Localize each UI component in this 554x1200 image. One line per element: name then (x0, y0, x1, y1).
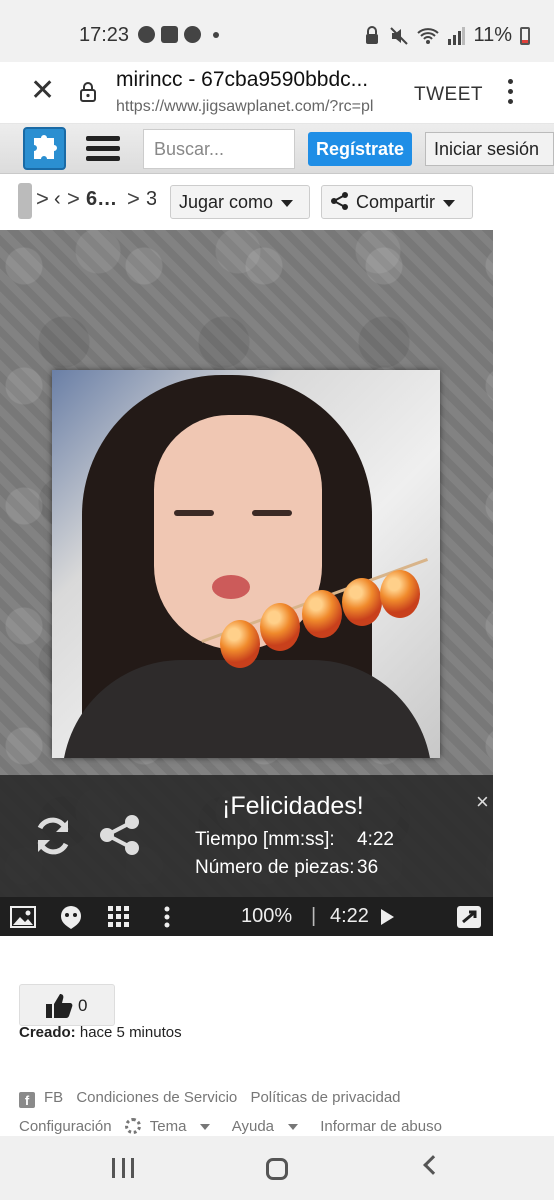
footer-settings: Configuración Tema Ayuda Informar de abu… (19, 1118, 451, 1135)
soccer-ball-icon (138, 26, 155, 43)
share-dropdown[interactable]: Compartir (321, 185, 473, 219)
battery-icon (520, 26, 530, 45)
caret-down-icon (281, 199, 294, 207)
chevron-right-icon: > (67, 186, 80, 211)
timer-display: 4:22 (330, 905, 369, 927)
caret-down-icon (288, 1124, 299, 1131)
chevron-right-icon: > (36, 186, 49, 211)
completed-puzzle-image[interactable] (52, 370, 440, 758)
play-as-dropdown[interactable]: Jugar como (170, 185, 310, 219)
caret-down-icon (200, 1124, 211, 1131)
signal-icon (448, 26, 466, 45)
close-tab-icon[interactable]: ✕ (30, 76, 56, 106)
breadcrumb-item[interactable]: 3 (146, 188, 156, 211)
theme-label: Tema (149, 1118, 187, 1135)
recent-apps-icon[interactable] (112, 1158, 134, 1180)
footer-settings-link[interactable]: Configuración (19, 1118, 112, 1135)
pieces-row: Número de piezas: 36 (195, 857, 378, 879)
created-label: Creado: (19, 1024, 76, 1041)
status-bar: 17:23 11% (0, 0, 554, 62)
lock-icon[interactable] (79, 82, 97, 102)
help-label: Ayuda (231, 1118, 275, 1135)
grid-icon[interactable] (106, 905, 132, 929)
footer-help-link[interactable]: Ayuda (232, 1118, 307, 1135)
close-icon[interactable]: × (476, 789, 489, 815)
share-icon (331, 192, 348, 210)
breadcrumb-item[interactable]: ‹ (54, 188, 64, 211)
congratulations-panel: ¡Felicidades! Tiempo [mm:ss]: 4:22 Númer… (0, 775, 493, 897)
footer-theme-link[interactable]: Tema (150, 1118, 220, 1135)
footer-terms-link[interactable]: Condiciones de Servicio (76, 1089, 237, 1106)
time-label: Tiempo [mm:ss]: (195, 829, 335, 850)
footer-fb-link[interactable]: FB (44, 1089, 63, 1106)
facebook-icon[interactable]: f (19, 1092, 35, 1108)
page-url[interactable]: https://www.jigsawplanet.com/?rc=pl (116, 98, 399, 116)
back-icon[interactable] (423, 1155, 443, 1175)
puzzle-toolbar: 100% | 4:22 (0, 897, 493, 936)
congratulations-heading: ¡Felicidades! (222, 792, 364, 820)
system-indicators: 11% (363, 24, 530, 47)
hamburger-menu-icon[interactable] (86, 136, 120, 162)
breadcrumb-item[interactable]: 6… (86, 188, 117, 211)
share-icon[interactable] (98, 813, 142, 857)
wifi-icon (417, 27, 440, 44)
fullscreen-icon[interactable] (456, 905, 482, 929)
pieces-label: Número de piezas: (195, 857, 355, 878)
time-value: 4:22 (357, 829, 394, 850)
mute-icon (390, 26, 409, 45)
search-input[interactable]: Buscar... (143, 129, 295, 169)
more-notifications-dot-icon (213, 31, 219, 38)
alarm-lock-icon (366, 25, 379, 44)
footer-report-link[interactable]: Informar de abuso (320, 1118, 442, 1135)
caret-down-icon (443, 199, 456, 207)
image-preview-icon[interactable] (10, 905, 36, 929)
home-icon[interactable] (266, 1158, 288, 1180)
more-options-icon[interactable] (154, 905, 180, 929)
status-time: 17:23 (79, 24, 130, 46)
zoom-level: 100% (241, 905, 293, 927)
footer-privacy-link[interactable]: Políticas de privacidad (250, 1089, 400, 1106)
pieces-value: 36 (357, 857, 379, 878)
page-title[interactable]: mirincc - 67cba9590bbdc... (116, 68, 396, 92)
chevron-right-icon: > (127, 186, 140, 211)
browser-url-bar: ✕ mirincc - 67cba9590bbdc... https://www… (0, 62, 554, 124)
like-button[interactable]: 0 (19, 984, 115, 1026)
system-navigation-bar (0, 1136, 554, 1200)
created-info: Creado: hace 5 minutos (19, 1024, 182, 1041)
pinterest-icon (184, 26, 201, 43)
breadcrumb-thumbnail[interactable] (18, 183, 32, 219)
login-button[interactable]: Iniciar sesión (425, 132, 554, 166)
thumbs-up-icon (46, 994, 73, 1018)
tweet-button[interactable]: TWEET (414, 84, 483, 106)
footer-links: f FB Condiciones de Servicio Políticas de… (19, 1089, 410, 1108)
gear-icon (124, 1118, 141, 1134)
play-icon[interactable] (381, 909, 394, 925)
site-header: Buscar... Regístrate Iniciar sesión (0, 124, 554, 174)
restart-icon[interactable] (30, 813, 76, 859)
browser-menu-icon[interactable] (506, 79, 514, 107)
ghost-image-icon[interactable] (58, 905, 84, 929)
toolbar-separator: | (311, 905, 317, 927)
notification-icons (138, 26, 219, 43)
battery-percent: 11% (473, 24, 512, 46)
register-button[interactable]: Regístrate (308, 132, 412, 166)
created-value: hace 5 minutos (79, 1024, 182, 1041)
jigsawplanet-logo-icon[interactable] (23, 127, 66, 170)
share-label: Compartir (356, 192, 436, 212)
like-count: 0 (78, 996, 88, 1015)
gallery-icon (161, 26, 178, 43)
breadcrumb: > ‹ > 6… > 3 Jugar como Compartir (0, 176, 554, 226)
time-row: Tiempo [mm:ss]: 4:22 (195, 829, 394, 851)
puzzle-board[interactable]: ¡Felicidades! Tiempo [mm:ss]: 4:22 Númer… (0, 230, 493, 936)
play-as-label: Jugar como (179, 192, 274, 212)
